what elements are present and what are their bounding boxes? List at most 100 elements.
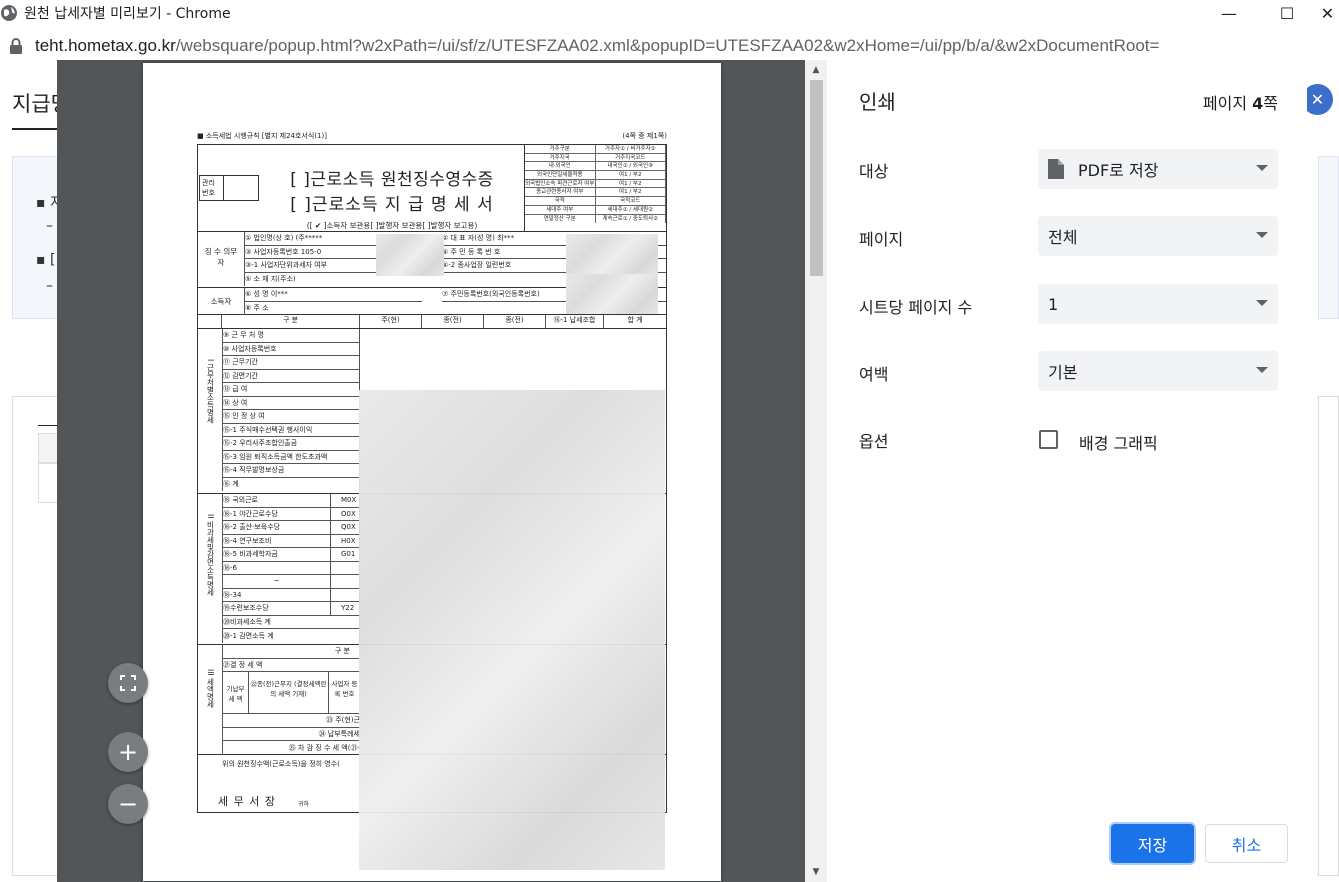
save-button[interactable]: 저장 <box>1111 824 1194 863</box>
pages-select[interactable]: 전체 <box>1038 216 1278 256</box>
fit-page-icon <box>120 675 136 691</box>
form-title-1: [ ]근로소득 원천징수영수증 <box>290 170 494 190</box>
close-icon: ✕ <box>1320 3 1335 23</box>
scroll-up-arrow-icon[interactable]: ▲ <box>805 62 827 78</box>
mini-cell: 국적 <box>525 197 596 205</box>
section-3-row: ㉔ 납부특례세 <box>223 728 360 741</box>
section-1-row: ⑪ 근무기간 <box>223 356 359 370</box>
redacted-values <box>359 390 665 870</box>
background-info-box-right <box>1318 156 1339 319</box>
column-header: ⑯-1 납세조합 <box>546 315 604 328</box>
mini-cell: 외국법인소속 파견근로자 여부 <box>525 179 596 188</box>
mini-cell: 거주지국코드 <box>596 153 666 162</box>
section-2-row: ~ <box>223 575 331 588</box>
redacted-area <box>376 234 444 276</box>
section-3-label: III 세액명세 <box>206 669 215 709</box>
background-bullet-sub: – <box>46 218 53 234</box>
lock-icon <box>10 38 22 54</box>
tax-office-suffix: 귀하 <box>298 801 310 808</box>
fit-to-page-button[interactable] <box>108 663 148 703</box>
section-1-row: ⑭ 상 여 <box>223 397 359 410</box>
page-count: 페이지 4쪽 <box>1203 90 1278 114</box>
preview-scrollbar[interactable]: ▲ ▼ <box>805 60 827 882</box>
form-regulation: ■ 소득세법 시행규칙 [별지 제24호서식(1)] <box>197 132 327 140</box>
url-host: teht.hometax.go.kr <box>35 36 176 55</box>
background-content-box-right <box>1318 396 1339 876</box>
earner-section: 소득자 ⑥ 성 명 이*** ⑧ 주 소 ⑦ 주민등록번호(외국인등록번호) <box>197 274 667 315</box>
options-label: 옵션 <box>859 432 889 451</box>
column-header: 구 분 <box>222 315 360 328</box>
mini-cell: 연말정산 구분 <box>525 214 596 224</box>
close-icon: ✕ <box>1310 90 1325 109</box>
column-header: 합 계 <box>627 316 643 324</box>
pages-value: 전체 <box>1048 228 1078 247</box>
residency-table: 거주구분 거주자① / 비거주자② 거주지국 거주지국코드 내·외국인 내국인① / … <box>524 145 666 231</box>
pages-label: 페이지 <box>859 230 904 249</box>
margins-label: 여백 <box>859 365 889 384</box>
section-2-row: ⑲수련보조수당 <box>223 602 331 615</box>
section-3-row: ㉓ 주(현)근 <box>223 714 360 728</box>
mini-cell: 외국인단일세율적용 <box>525 171 596 179</box>
form-subtitle: ([ ✔ ]소득자 보관용[ ]발행자 보관용[ ]발행자 보고용) <box>306 221 478 230</box>
income-columns-header: 구 분 주(현) 종(전) 종(전) ⑯-1 납세조합 합 계 <box>197 315 667 329</box>
background-bullet-sub: – <box>46 278 53 294</box>
section-2-code: H0X <box>341 536 356 545</box>
section-2-label: II 비과세및감면소득명세 <box>206 514 215 596</box>
document-icon <box>1048 159 1064 179</box>
print-settings-panel: 인쇄 페이지 4쪽 대상 PDF로 저장 페이지 전체 시트당 페이지 수 1 … <box>827 60 1307 882</box>
mini-cell: 내국인① / 외국인⑨ <box>596 162 666 171</box>
section-1-row: ⑬ 급 여 <box>223 383 359 397</box>
margins-select[interactable]: 기본 <box>1038 351 1278 391</box>
scrollbar-thumb[interactable] <box>810 80 823 276</box>
print-preview-area: ■ 소득세법 시행규칙 [별지 제24호서식(1)] (4쪽 중 제1쪽) 관리… <box>57 60 827 882</box>
mini-cell: 내·외국인 <box>525 162 596 171</box>
section-1-label: I 근무처별소득명세 <box>206 359 215 424</box>
background-bullet: ▪ [ <box>36 252 56 268</box>
zoom-out-button[interactable]: − <box>108 784 148 824</box>
earner-label: 소득자 <box>210 297 232 306</box>
background-graphics-label[interactable]: 배경 그래픽 <box>1079 430 1158 454</box>
url-path: /websquare/popup.html?w2xPath=/ui/sf/z/U… <box>175 36 1160 55</box>
mini-cell: 거주구분 <box>525 145 596 153</box>
section-2-row: ⑱-6 <box>223 561 331 574</box>
management-number-box: 관리번호 <box>199 175 259 201</box>
maximize-button[interactable]: ☐ <box>1264 0 1310 26</box>
zoom-in-button[interactable]: + <box>108 732 148 772</box>
background-graphics-checkbox[interactable] <box>1039 430 1058 449</box>
window-titlebar: 원천 납세자별 미리보기 - Chrome — ☐ ✕ <box>0 0 1339 26</box>
pages-per-sheet-select[interactable]: 1 <box>1038 284 1278 324</box>
section-2-row: ⑱-1 야간근로수당 <box>223 507 331 520</box>
mini-cell: 여1 / 부2 <box>596 188 666 197</box>
section-1-row: ⑨ 근 무 처 명 <box>223 329 359 343</box>
section-1-row: ⑯ 계 <box>223 480 239 489</box>
destination-value: PDF로 저장 <box>1078 161 1159 180</box>
mini-cell: 세대주 여부 <box>525 205 596 214</box>
column-header: 주(현) <box>360 315 422 328</box>
section-3-row: ㉕ 차 감 징 수 세 액(㉑- <box>288 743 360 752</box>
tax-office-signature: 세 무 서 장 <box>218 795 276 808</box>
scroll-down-arrow-icon[interactable]: ▼ <box>805 864 827 880</box>
section-2-row: ⑱-2 출산·보육수당 <box>223 521 331 534</box>
minimize-button[interactable]: — <box>1206 0 1252 26</box>
window-title: 원천 납세자별 미리보기 - Chrome <box>24 6 231 22</box>
section-2-code: O0X <box>341 509 356 518</box>
column-header: 종(전) <box>484 315 546 328</box>
section-3-header: 구 분 <box>223 645 360 659</box>
pages-per-sheet-label: 시트당 페이지 수 <box>859 298 973 317</box>
chevron-down-icon <box>1256 232 1268 238</box>
print-title: 인쇄 <box>859 90 896 114</box>
preview-page: ■ 소득세법 시행규칙 [별지 제24호서식(1)] (4쪽 중 제1쪽) 관리… <box>143 63 721 881</box>
page-count-suffix: 쪽 <box>1263 94 1278 113</box>
section-2-row: ⑱-34 <box>223 588 331 601</box>
cancel-button[interactable]: 취소 <box>1205 824 1288 863</box>
window-close-button[interactable]: ✕ <box>1316 0 1339 26</box>
mini-cell: 여1 / 부2 <box>596 179 666 188</box>
mini-cell: 거주자① / 비거주자② <box>596 145 666 153</box>
form-footer-text: 위의 원천징수액(근로소득)을 정히 영수( <box>222 760 340 768</box>
section-3-row: ㉑결 정 세 액 <box>223 659 360 672</box>
mini-cell: 거주지국 <box>525 153 596 162</box>
destination-select[interactable]: PDF로 저장 <box>1038 149 1278 189</box>
address-bar[interactable]: teht.hometax.go.kr/websquare/popup.html?… <box>0 30 1339 62</box>
earner-row: ⑥ 성 명 이*** <box>245 288 422 302</box>
minus-icon: − <box>117 790 139 818</box>
